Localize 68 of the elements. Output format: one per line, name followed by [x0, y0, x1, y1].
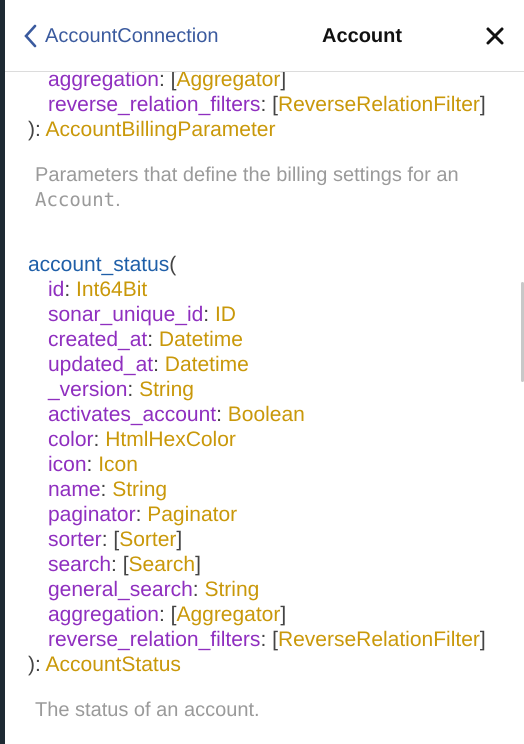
type-link[interactable]: Boolean: [228, 403, 305, 426]
type-link[interactable]: String: [204, 578, 260, 601]
back-link[interactable]: AccountConnection: [23, 20, 218, 50]
punctuation: :: [136, 503, 142, 526]
field-description: Parameters that define the billing settings for an Account.: [34, 163, 460, 213]
argument-name: sorter: [48, 528, 102, 551]
argument-name: activates_account: [48, 403, 216, 426]
chevron-left-icon: [23, 24, 37, 48]
argument-name: aggregation: [48, 68, 159, 91]
argument-name: reverse_relation_filters: [48, 628, 260, 651]
punctuation: :: [147, 328, 154, 351]
argument-name: name: [48, 478, 101, 501]
page-title: Account: [322, 24, 402, 48]
punctuation: (: [169, 253, 176, 276]
field-name: account_status: [28, 253, 170, 276]
argument-name: updated_at: [48, 353, 154, 376]
punctuation: :: [100, 478, 108, 501]
punctuation: :: [153, 353, 160, 376]
type-link[interactable]: Datetime: [158, 328, 243, 351]
type-link[interactable]: HtmlHexColor: [105, 428, 236, 451]
close-button[interactable]: [484, 24, 506, 46]
argument-name: sonar_unique_id: [48, 303, 204, 326]
punctuation: :: [86, 453, 94, 476]
punctuation: : [: [102, 528, 120, 551]
punctuation: :: [127, 378, 134, 401]
punctuation: ]: [195, 553, 201, 576]
argument-name: general_search: [48, 578, 193, 601]
argument-name: icon: [48, 453, 87, 476]
type-link[interactable]: Search: [128, 553, 196, 576]
punctuation: : [: [158, 603, 176, 626]
type-link[interactable]: ID: [214, 303, 236, 326]
type-link[interactable]: ReverseRelationFilter: [278, 628, 480, 651]
scrollbar-thumb[interactable]: [521, 282, 524, 382]
punctuation: : [: [260, 628, 278, 651]
type-link[interactable]: AccountBillingParameter: [46, 118, 276, 141]
argument-name: color: [48, 428, 94, 451]
field-description: The status of an account.: [34, 698, 261, 723]
punctuation: :: [203, 303, 210, 326]
punctuation: :: [192, 578, 200, 601]
punctuation: : [: [111, 553, 129, 576]
punctuation: : [: [260, 93, 278, 116]
argument-name: paginator: [48, 503, 136, 526]
type-link[interactable]: ReverseRelationFilter: [278, 93, 480, 116]
punctuation: ):: [28, 653, 42, 676]
type-link[interactable]: AccountStatus: [46, 653, 181, 676]
type-link[interactable]: String: [112, 478, 168, 501]
type-link[interactable]: Datetime: [164, 353, 249, 376]
type-link[interactable]: Sorter: [119, 528, 176, 551]
argument-name: created_at: [48, 328, 148, 351]
punctuation: :: [94, 428, 100, 451]
punctuation: ]: [480, 628, 486, 651]
argument-name: aggregation: [48, 603, 159, 626]
punctuation: ]: [480, 93, 486, 116]
argument-name: id: [48, 278, 64, 301]
argument-name: search: [48, 553, 112, 576]
punctuation: ]: [176, 528, 182, 551]
type-link[interactable]: String: [139, 378, 194, 401]
punctuation: :: [216, 403, 223, 426]
punctuation: ):: [28, 118, 42, 141]
type-link[interactable]: Int64Bit: [76, 278, 148, 301]
argument-name: _version: [48, 378, 128, 401]
argument-name: reverse_relation_filters: [48, 93, 260, 116]
punctuation: :: [64, 278, 72, 301]
type-link[interactable]: Aggregator: [176, 603, 280, 626]
type-link[interactable]: Aggregator: [176, 68, 280, 91]
type-link[interactable]: Paginator: [147, 503, 238, 526]
type-link[interactable]: Icon: [98, 453, 138, 476]
punctuation: ]: [280, 603, 286, 626]
